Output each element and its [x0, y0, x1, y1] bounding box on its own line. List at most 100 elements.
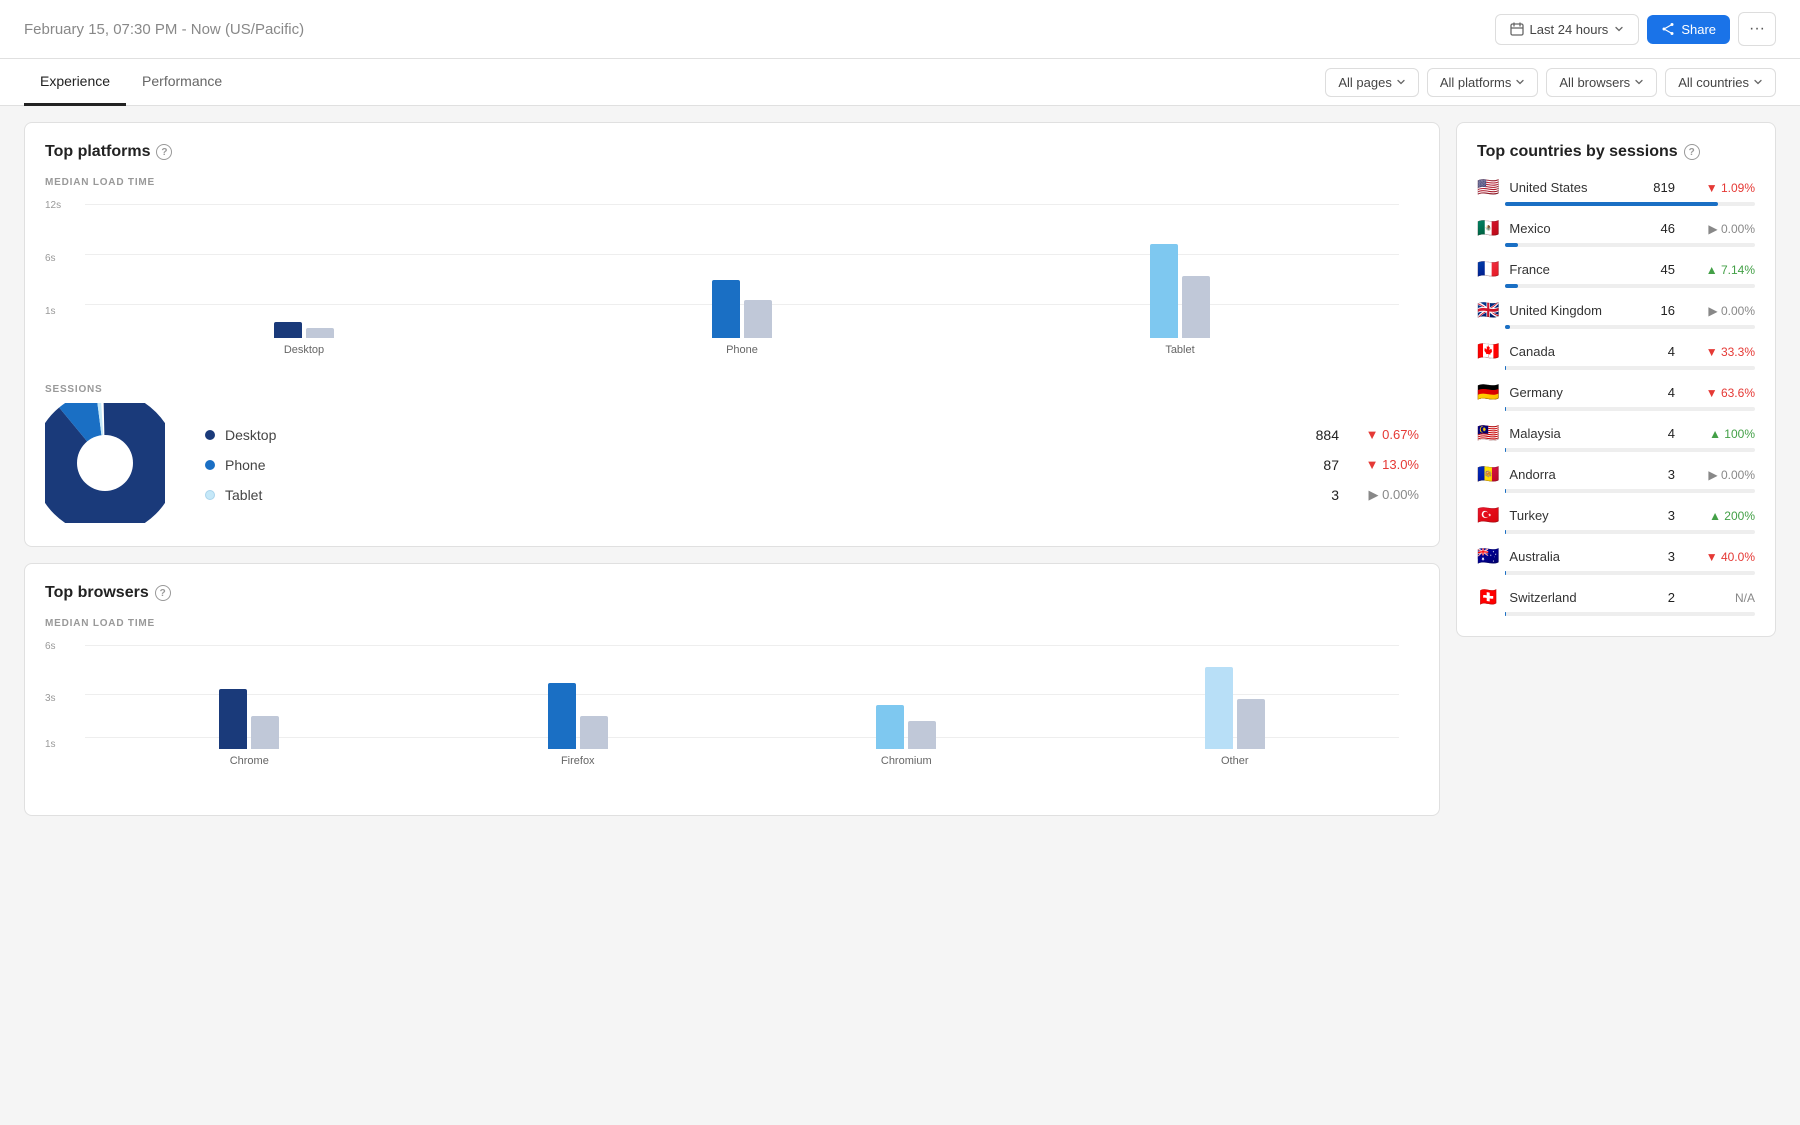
bar-chrome-prev	[251, 716, 279, 749]
country-progress-fill	[1505, 243, 1518, 247]
country-change: N/A	[1685, 591, 1755, 605]
legend-change-tablet: ▶ 0.00%	[1349, 487, 1419, 503]
country-row: 🇲🇽 Mexico 46 ▶ 0.00%	[1477, 218, 1755, 239]
bar-group-desktop: Desktop	[274, 208, 334, 356]
top-platforms-info-icon[interactable]: ?	[156, 144, 172, 160]
top-browsers-title: Top browsers ?	[45, 584, 1419, 602]
legend-name-phone: Phone	[225, 457, 1289, 473]
country-flag: 🇲🇾	[1477, 423, 1499, 444]
all-platforms-filter[interactable]: All platforms	[1427, 68, 1539, 97]
time-range-label: Last 24 hours	[1530, 22, 1609, 37]
bar-tablet-prev	[1182, 276, 1210, 338]
sessions-area: Desktop 884 ▼ 0.67% Phone 87 ▼ 13.0% Tab…	[45, 403, 1419, 526]
bar-other-current	[1205, 667, 1233, 749]
country-item: 🇲🇾 Malaysia 4 ▲ 100%	[1477, 423, 1755, 452]
country-item: 🇫🇷 France 45 ▲ 7.14%	[1477, 259, 1755, 288]
country-progress-bg	[1505, 284, 1755, 288]
country-name: Australia	[1509, 549, 1637, 564]
all-browsers-filter[interactable]: All browsers	[1546, 68, 1657, 97]
all-pages-label: All pages	[1338, 75, 1391, 90]
legend-dot-desktop	[205, 430, 215, 440]
right-panel: Top countries by sessions ? 🇺🇸 United St…	[1456, 122, 1776, 816]
all-browsers-label: All browsers	[1559, 75, 1630, 90]
bar-label-tablet: Tablet	[1165, 344, 1194, 356]
country-flag: 🇩🇪	[1477, 382, 1499, 403]
country-progress-bg	[1505, 407, 1755, 411]
all-pages-filter[interactable]: All pages	[1325, 68, 1418, 97]
country-count: 46	[1647, 221, 1675, 236]
median-load-label: MEDIAN LOAD TIME	[45, 177, 1419, 188]
header-right: Last 24 hours Share ···	[1495, 12, 1776, 46]
country-item: 🇦🇺 Australia 3 ▼ 40.0%	[1477, 546, 1755, 575]
tab-experience[interactable]: Experience	[24, 59, 126, 106]
country-list: 🇺🇸 United States 819 ▼ 1.09% 🇲🇽 Mexico 4…	[1477, 177, 1755, 616]
date-range-text: February 15, 07:30 PM - Now	[24, 21, 221, 38]
y-label-1s: 1s	[45, 306, 56, 317]
main-content: Top platforms ? MEDIAN LOAD TIME 12s 6s …	[0, 106, 1800, 832]
bar-label-phone: Phone	[726, 344, 758, 356]
tab-performance[interactable]: Performance	[126, 59, 238, 106]
top-browsers-info-icon[interactable]: ?	[155, 585, 171, 601]
country-count: 3	[1647, 549, 1675, 564]
country-name: United States	[1509, 180, 1637, 195]
country-change: ▶ 0.00%	[1685, 468, 1755, 482]
country-item: 🇺🇸 United States 819 ▼ 1.09%	[1477, 177, 1755, 206]
legend-change-desktop: ▼ 0.67%	[1349, 427, 1419, 442]
legend-name-desktop: Desktop	[225, 427, 1289, 443]
chevron-down-icon	[1515, 77, 1525, 87]
more-button[interactable]: ···	[1738, 12, 1776, 46]
pie-svg	[45, 403, 165, 523]
share-icon	[1661, 22, 1675, 36]
bar-chrome-current	[219, 689, 247, 749]
top-countries-info-icon[interactable]: ?	[1684, 144, 1700, 160]
country-row: 🇬🇧 United Kingdom 16 ▶ 0.00%	[1477, 300, 1755, 321]
country-flag: 🇺🇸	[1477, 177, 1499, 198]
country-name: Andorra	[1509, 467, 1637, 482]
country-row: 🇩🇪 Germany 4 ▼ 63.6%	[1477, 382, 1755, 403]
bar-desktop-current	[274, 322, 302, 338]
country-row: 🇦🇩 Andorra 3 ▶ 0.00%	[1477, 464, 1755, 485]
country-progress-bg	[1505, 489, 1755, 493]
sessions-label: SESSIONS	[45, 384, 1419, 395]
top-countries-title: Top countries by sessions ?	[1477, 143, 1755, 161]
bar-group-phone: Phone	[712, 208, 772, 356]
country-count: 16	[1647, 303, 1675, 318]
country-item: 🇦🇩 Andorra 3 ▶ 0.00%	[1477, 464, 1755, 493]
bar-label-chrome: Chrome	[230, 755, 269, 767]
calendar-icon	[1510, 22, 1524, 36]
country-progress-bg	[1505, 448, 1755, 452]
left-panel: Top platforms ? MEDIAN LOAD TIME 12s 6s …	[24, 122, 1440, 816]
country-progress-bg	[1505, 366, 1755, 370]
country-item: 🇹🇷 Turkey 3 ▲ 200%	[1477, 505, 1755, 534]
country-flag: 🇹🇷	[1477, 505, 1499, 526]
bar-phone-current	[712, 280, 740, 338]
timezone-text: (US/Pacific)	[225, 21, 304, 38]
country-count: 3	[1647, 467, 1675, 482]
top-countries-card: Top countries by sessions ? 🇺🇸 United St…	[1456, 122, 1776, 637]
country-progress-bg	[1505, 325, 1755, 329]
country-change: ▲ 200%	[1685, 509, 1755, 523]
country-row: 🇨🇦 Canada 4 ▼ 33.3%	[1477, 341, 1755, 362]
country-change: ▶ 0.00%	[1685, 222, 1755, 236]
country-progress-fill	[1505, 530, 1506, 534]
legend-count-tablet: 3	[1299, 487, 1339, 503]
time-range-button[interactable]: Last 24 hours	[1495, 14, 1640, 45]
date-range: February 15, 07:30 PM - Now (US/Pacific)	[24, 21, 304, 38]
country-progress-fill	[1505, 489, 1506, 493]
country-progress-fill	[1505, 571, 1506, 575]
country-row: 🇫🇷 France 45 ▲ 7.14%	[1477, 259, 1755, 280]
y-label-6s-browser: 6s	[45, 641, 56, 652]
all-countries-filter[interactable]: All countries	[1665, 68, 1776, 97]
share-label: Share	[1681, 22, 1716, 37]
country-item: 🇩🇪 Germany 4 ▼ 63.6%	[1477, 382, 1755, 411]
filters: All pages All platforms All browsers All…	[1325, 68, 1776, 97]
legend-count-desktop: 884	[1299, 427, 1339, 443]
all-platforms-label: All platforms	[1440, 75, 1512, 90]
country-row: 🇦🇺 Australia 3 ▼ 40.0%	[1477, 546, 1755, 567]
pie-chart	[45, 403, 165, 526]
share-button[interactable]: Share	[1647, 15, 1730, 44]
country-progress-bg	[1505, 612, 1755, 616]
country-row: 🇨🇭 Switzerland 2 N/A	[1477, 587, 1755, 608]
country-count: 45	[1647, 262, 1675, 277]
country-flag: 🇬🇧	[1477, 300, 1499, 321]
